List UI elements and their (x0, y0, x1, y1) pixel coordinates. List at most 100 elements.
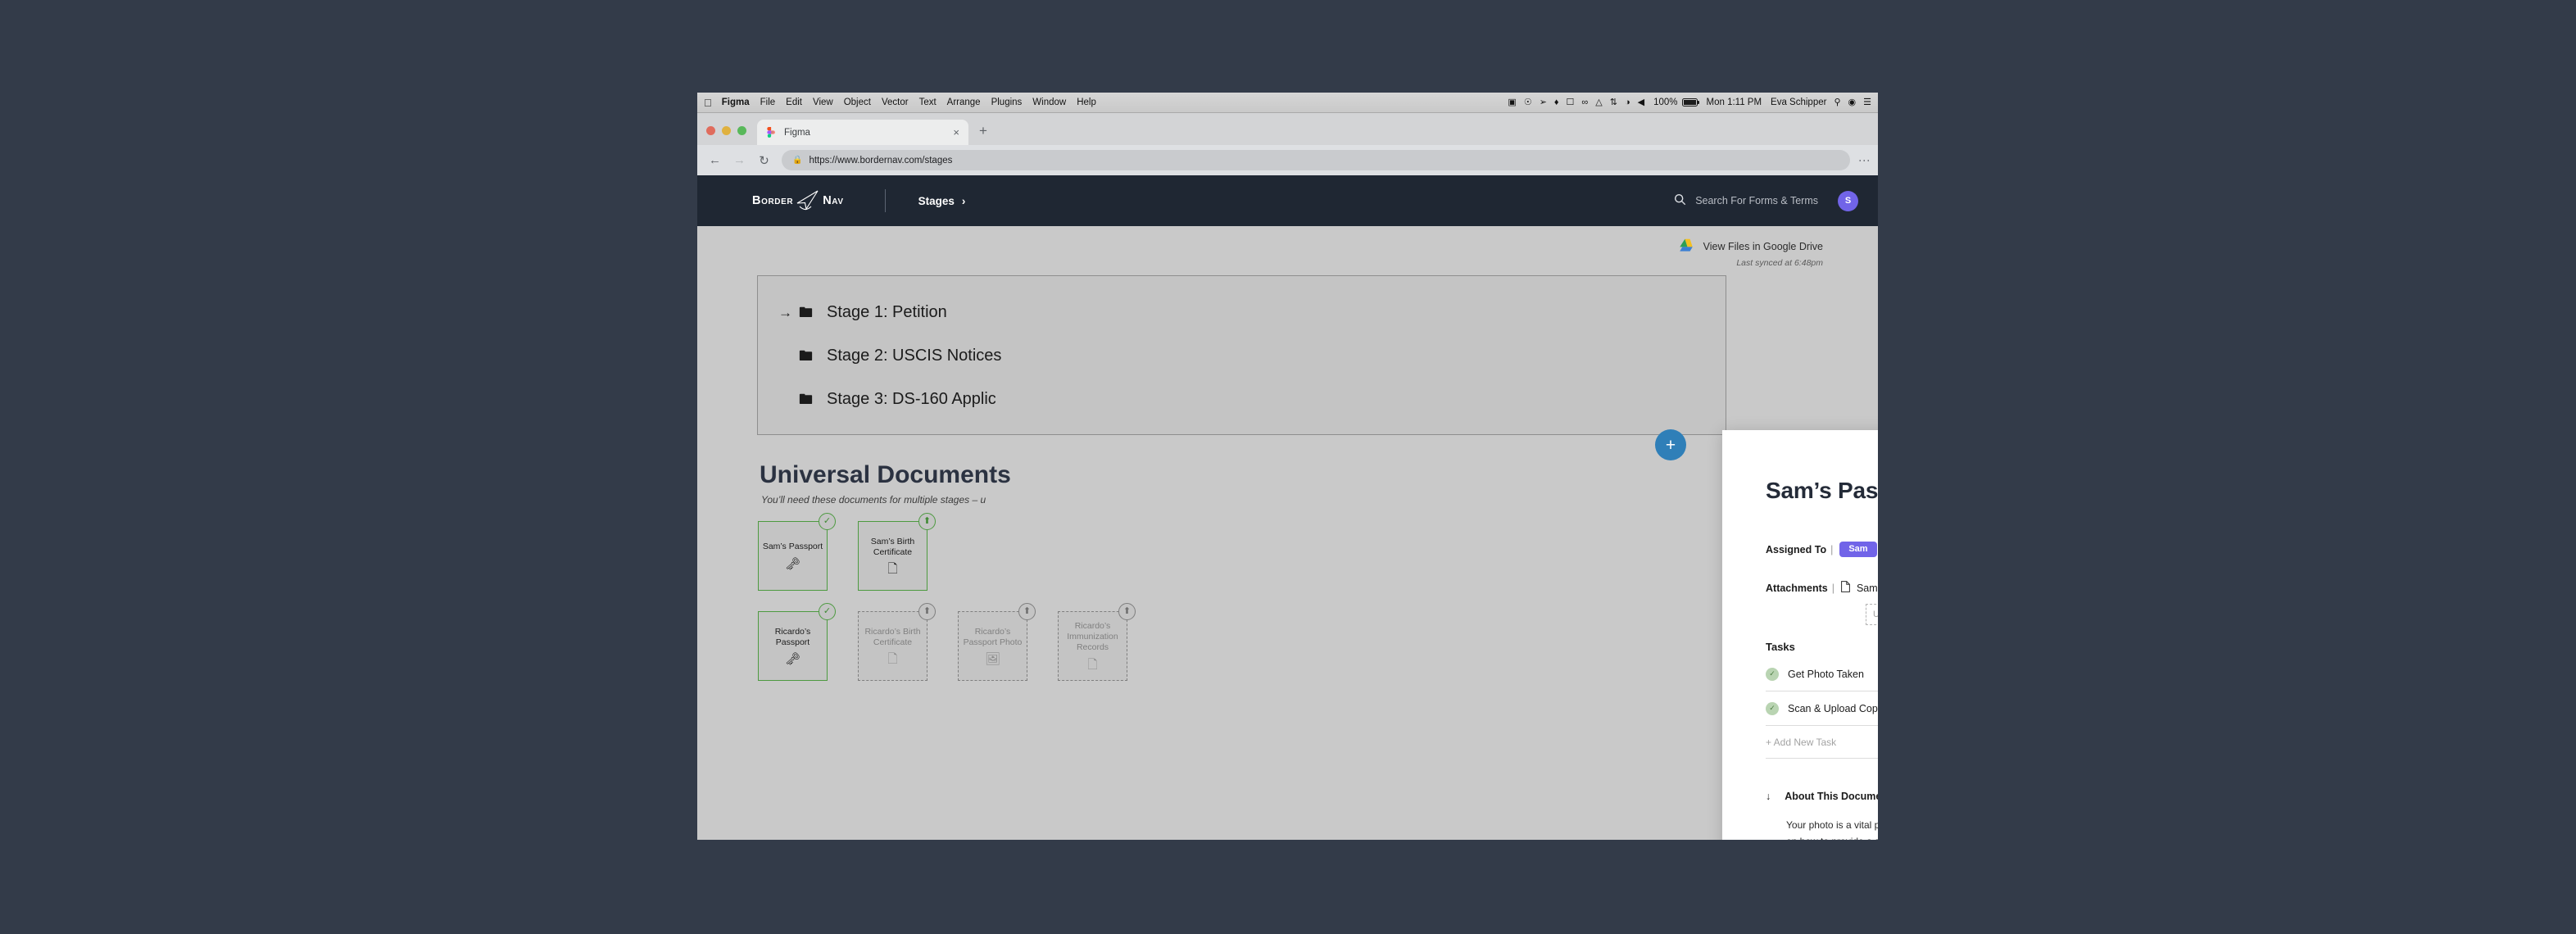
stage-label-3: Stage 3: DS-160 Applic (827, 390, 996, 408)
drive-icon[interactable]: △ (1595, 97, 1602, 107)
menu-item-file[interactable]: File (760, 97, 776, 107)
document-card-sams-passport[interactable]: ✓ Sam’s Passport 🗝 (758, 513, 836, 591)
upload-circle-icon[interactable]: ⬆ (1018, 603, 1036, 620)
task-label: Scan & Upload Copy (1788, 702, 1878, 714)
tasks-heading: Tasks (1766, 641, 1795, 653)
assigned-to-label: Assigned To (1766, 543, 1827, 555)
spotlight-search-icon[interactable]: ⚲ (1834, 97, 1840, 107)
document-card-ricardos-passport-photo[interactable]: ⬆ Ricardo’s Passport Photo 🖼 (958, 603, 1036, 681)
avatar[interactable]: S (1838, 190, 1858, 211)
close-window-button[interactable] (706, 126, 715, 135)
check-circle-icon[interactable]: ✓ (1766, 667, 1779, 681)
menu-item-plugins[interactable]: Plugins (991, 97, 1023, 107)
display-icon[interactable]: ☐ (1567, 97, 1575, 107)
kebab-menu-icon[interactable]: ⋮ (1858, 155, 1871, 166)
view-files-in-google-drive-link[interactable]: View Files in Google Drive (1679, 238, 1823, 255)
add-stage-button[interactable]: + (1655, 429, 1686, 460)
certificate-icon: 🗋 (1087, 657, 1098, 672)
assigned-to-row: Assigned To | Sam (1766, 542, 1877, 557)
photo-icon: 🖼 (984, 652, 1001, 667)
menu-item-view[interactable]: View (813, 97, 833, 107)
app-logo[interactable]: Border Nav (752, 190, 844, 211)
assignee-badge[interactable]: Sam (1839, 542, 1877, 557)
browser-url-bar: ← → ↻ 🔒 https://www.bordernav.com/stages… (697, 145, 1878, 175)
screen-recording-icon[interactable]: ▣ (1508, 97, 1516, 107)
upload-chip-label: Upload Another Document (1872, 610, 1878, 619)
stage-label-2: Stage 2: USCIS Notices (827, 347, 1002, 365)
back-button[interactable]: ← (708, 153, 722, 167)
app-header: Border Nav Stages › Search For Forms & T… (697, 175, 1878, 226)
menu-item-object[interactable]: Object (844, 97, 871, 107)
address-bar[interactable]: 🔒 https://www.bordernav.com/stages (782, 150, 1851, 170)
menu-item-figma[interactable]: Figma (722, 97, 750, 107)
document-card-ricardos-passport[interactable]: ✓ Ricardo’s Passport 🗝 (758, 603, 836, 681)
menu-item-arrange[interactable]: Arrange (947, 97, 981, 107)
browser-tab-title: Figma (784, 127, 810, 138)
document-detail-modal: × Sam’s Passport Photo Assigned To | Sam… (1722, 430, 1878, 840)
document-card-ricardos-birth-certificate[interactable]: ⬆ Ricardo’s Birth Certificate 🗋 (858, 603, 936, 681)
page-body: View Files in Google Drive Last synced a… (697, 226, 1878, 840)
figma-icon (766, 127, 777, 138)
siri-icon[interactable]: ◉ (1848, 97, 1857, 107)
search-input[interactable]: Search For Forms & Terms (1674, 193, 1818, 208)
glasses-icon[interactable]: ∞ (1581, 97, 1588, 107)
stage-item-1[interactable]: → 🖿 Stage 1: Petition (758, 291, 1726, 334)
wifi-icon[interactable]: ◑ (1625, 97, 1630, 107)
close-tab-icon[interactable]: × (953, 126, 959, 138)
battery-icon[interactable] (1681, 98, 1699, 107)
forward-button[interactable]: → (732, 153, 746, 167)
menu-item-edit[interactable]: Edit (786, 97, 802, 107)
stage-item-2[interactable]: 🖿 Stage 2: USCIS Notices (758, 334, 1726, 378)
browser-tab-strip: Figma × + (697, 113, 1878, 145)
google-drive-icon (1679, 238, 1695, 255)
menu-bar-username[interactable]: Eva Schipper (1771, 97, 1826, 107)
folder-icon: 🖿 (799, 392, 813, 407)
certificate-icon: 🗋 (887, 652, 898, 667)
separator: | (1830, 543, 1834, 555)
upload-circle-icon[interactable]: ⬆ (918, 603, 936, 620)
logo-text-nav: Nav (823, 194, 844, 207)
stage-list-panel: → 🖿 Stage 1: Petition 🖿 Stage 2: USCIS N… (757, 275, 1726, 460)
header-divider (884, 189, 886, 212)
task-row[interactable]: ✓ Scan & Upload Copy Sam (1766, 691, 1878, 726)
apple-icon[interactable]:  (704, 97, 712, 108)
minimize-window-button[interactable] (722, 126, 731, 135)
new-tab-button[interactable]: + (968, 123, 998, 145)
menu-item-window[interactable]: Window (1032, 97, 1066, 107)
dropbox-icon[interactable]: ♦ (1554, 97, 1559, 107)
add-new-task-button[interactable]: + Add New Task (1766, 726, 1878, 759)
maximize-window-button[interactable] (737, 126, 746, 135)
document-card-label: Ricardo’s Passport Photo (963, 626, 1023, 647)
document-card-sams-birth-certificate[interactable]: ⬆ Sam’s Birth Certificate 🗋 (858, 513, 936, 591)
pen-tool-icon[interactable]: ➢ (1540, 97, 1547, 107)
document-card-label: Ricardo’s Passport (774, 626, 811, 647)
certificate-icon: 🗋 (887, 562, 898, 577)
document-card-label: Ricardo’s Birth Certificate (864, 626, 921, 647)
bluetooth-icon[interactable]: ⇅ (1610, 97, 1617, 107)
about-this-document-header[interactable]: ↓ About This Document (1766, 791, 1878, 802)
stage-item-3[interactable]: 🖿 Stage 3: DS-160 Applic (758, 378, 1726, 421)
browser-tab[interactable]: Figma × (757, 120, 968, 145)
document-card-ricardos-immunization-records[interactable]: ⬆ Ricardo’s Immunization Records 🗋 (1058, 603, 1136, 681)
check-circle-icon[interactable]: ✓ (1766, 701, 1779, 715)
task-label: Get Photo Taken (1788, 668, 1864, 680)
attachment-item[interactable]: Sam-PassportPhoto.pdf (1841, 581, 1878, 595)
upload-circle-icon[interactable]: ⬆ (918, 513, 936, 530)
document-card-label: Sam’s Birth Certificate (870, 536, 915, 557)
headphones-icon[interactable]: ☉ (1524, 97, 1532, 107)
menu-bar-clock[interactable]: Mon 1:11 PM (1707, 97, 1762, 107)
upload-circle-icon[interactable]: ⬆ (1118, 603, 1136, 620)
documents-row-1: ✓ Sam’s Passport 🗝 ⬆ Sam’s Birth Certifi… (758, 513, 1725, 591)
menu-item-help[interactable]: Help (1077, 97, 1096, 107)
menu-item-text[interactable]: Text (919, 97, 937, 107)
upload-another-document-button[interactable]: Upload Another Document ⬆ (1866, 604, 1878, 625)
reload-button[interactable]: ↻ (757, 153, 771, 168)
breadcrumb[interactable]: Stages › (918, 195, 966, 207)
modal-title: Sam’s Passport Photo (1766, 478, 1878, 503)
notification-center-icon[interactable]: ☰ (1863, 97, 1871, 107)
web-application: Border Nav Stages › Search For Forms & T… (697, 175, 1878, 840)
volume-icon[interactable]: ◀ (1638, 97, 1644, 107)
about-body-text: Your photo is a vital part of your visa … (1786, 819, 1878, 840)
task-row[interactable]: ✓ Get Photo Taken Sam (1766, 657, 1878, 691)
menu-item-vector[interactable]: Vector (882, 97, 909, 107)
